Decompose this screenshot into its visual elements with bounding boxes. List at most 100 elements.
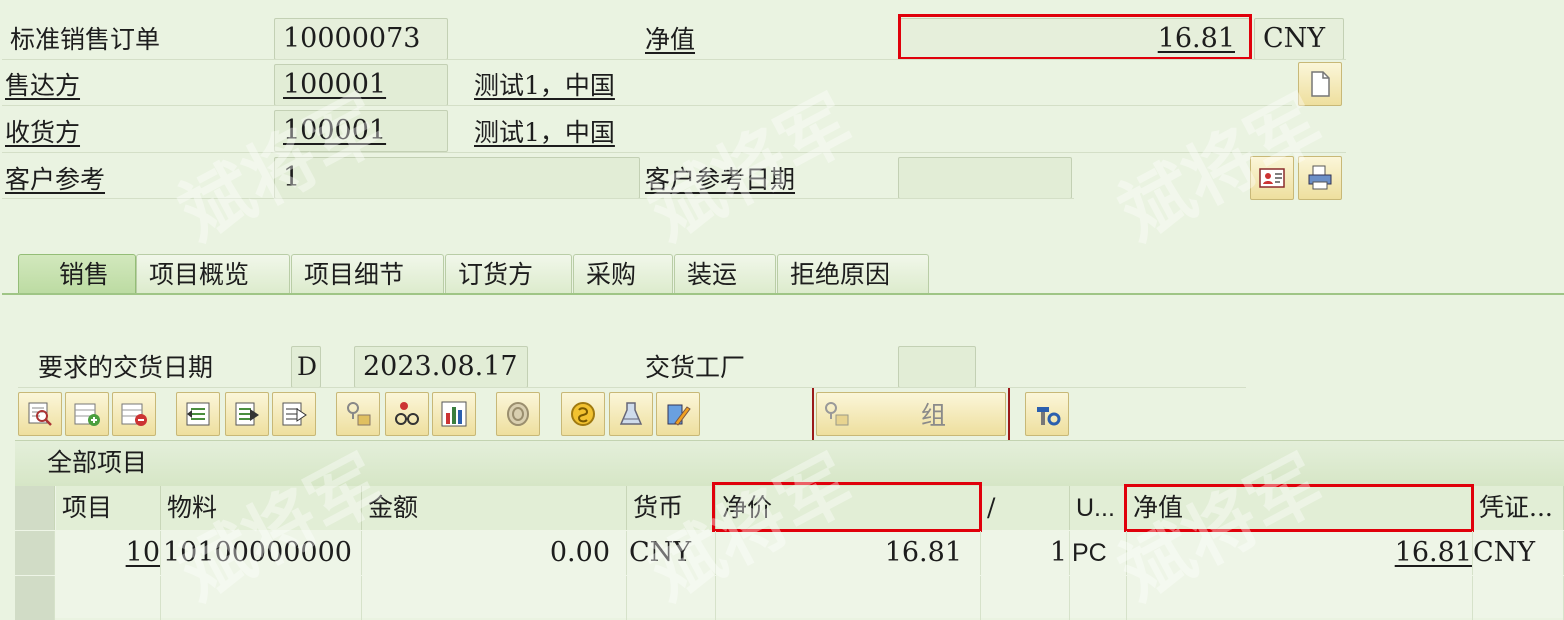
printer-icon <box>1308 165 1332 190</box>
copy-button[interactable] <box>656 392 700 436</box>
pen-paper-icon <box>667 404 691 426</box>
empty-cell[interactable] <box>56 576 161 620</box>
empty-cell[interactable] <box>1070 576 1127 620</box>
cust-ref-date-label[interactable]: 客户参考日期 <box>645 164 795 196</box>
cell-unit[interactable]: PC <box>1070 531 1127 575</box>
cell-currency[interactable]: CNY <box>627 531 716 575</box>
glasses-icon <box>395 402 419 425</box>
tab-procurement[interactable]: 采购 <box>573 254 673 294</box>
ship-to-value: 100001 <box>283 115 387 146</box>
row-selector-header[interactable] <box>15 486 55 530</box>
col-material[interactable]: 物料 <box>161 486 362 530</box>
deselect-all-button[interactable] <box>272 392 316 436</box>
select-block-button[interactable] <box>225 392 269 436</box>
ship-to-field[interactable]: 100001 <box>274 110 448 152</box>
cell-net-value[interactable]: 16.81 <box>1127 531 1473 575</box>
configuration-icon <box>347 402 371 426</box>
divider <box>2 198 1074 199</box>
plant-label: 交货工厂 <box>645 353 746 382</box>
tab-shipping[interactable]: 装运 <box>674 254 776 294</box>
date-type-field[interactable]: D <box>291 346 321 388</box>
net-value-label[interactable]: 净值 <box>645 24 695 56</box>
tab-sales[interactable]: 销售 <box>18 254 136 294</box>
insert-row-button[interactable] <box>65 392 109 436</box>
detail-view-icon <box>28 402 52 426</box>
cust-ref-field[interactable]: 1 <box>274 157 640 199</box>
empty-cell[interactable] <box>1473 576 1564 620</box>
divider <box>18 387 1246 388</box>
ship-to-label[interactable]: 收货方 <box>5 117 80 149</box>
batch-button[interactable] <box>609 392 653 436</box>
insert-row-icon <box>74 403 100 426</box>
empty-cell[interactable] <box>161 576 362 620</box>
group-focus-frame <box>812 388 1010 440</box>
tab-reason-rejection[interactable]: 拒绝原因 <box>777 254 929 294</box>
order-number-field[interactable]: 10000073 <box>274 18 448 60</box>
availability-button[interactable] <box>496 392 540 436</box>
delete-row-icon <box>121 403 147 426</box>
settings-button[interactable] <box>1025 392 1069 436</box>
document-icon <box>1311 71 1330 97</box>
row-selector[interactable] <box>15 576 55 620</box>
cell-amount[interactable]: 0.00 <box>362 531 627 575</box>
delete-row-button[interactable] <box>112 392 156 436</box>
cell-item[interactable]: 10 <box>56 531 161 575</box>
tab-ordering-party[interactable]: 订货方 <box>445 254 572 294</box>
row-selector[interactable] <box>15 531 55 575</box>
order-type-label: 标准销售订单 <box>10 25 161 54</box>
sold-to-name: 测试1，中国 <box>474 71 615 100</box>
cell-net-price[interactable]: 16.81 <box>716 531 981 575</box>
divider <box>2 59 1346 60</box>
empty-cell[interactable] <box>1127 576 1473 620</box>
print-button[interactable] <box>1298 156 1342 200</box>
cell-per[interactable]: 1 <box>981 531 1070 575</box>
partner-button[interactable] <box>1250 156 1294 200</box>
col-unit[interactable]: U... <box>1070 486 1127 530</box>
highlight-net-value-header <box>1124 484 1474 532</box>
req-delivery-label: 要求的交货日期 <box>38 353 214 382</box>
currency-field[interactable]: CNY <box>1254 18 1344 60</box>
table-title-bar: 全部项目 <box>15 440 1564 486</box>
coins-icon <box>507 402 529 426</box>
tab-item-detail[interactable]: 项目细节 <box>291 254 444 294</box>
deselect-all-icon <box>282 402 307 426</box>
col-currency[interactable]: 货币 <box>627 486 716 530</box>
display-variants-button[interactable] <box>385 392 429 436</box>
sold-to-label[interactable]: 售达方 <box>5 70 80 102</box>
tab-item-overview[interactable]: 项目概览 <box>136 254 290 294</box>
tools-icon <box>1037 407 1061 426</box>
empty-cell[interactable] <box>362 576 627 620</box>
cell-doc-currency[interactable]: CNY <box>1473 531 1564 575</box>
bar-chart-icon <box>441 401 467 427</box>
details-button[interactable] <box>18 392 62 436</box>
req-delivery-date-field[interactable]: 2023.08.17 <box>354 346 528 388</box>
col-doc-currency[interactable]: 凭证... <box>1473 486 1564 530</box>
cust-ref-label[interactable]: 客户参考 <box>5 164 105 196</box>
divider <box>2 105 1292 106</box>
ship-to-name: 测试1，中国 <box>474 118 615 147</box>
document-button[interactable] <box>1298 62 1342 106</box>
divider <box>2 152 1346 153</box>
col-per[interactable]: / <box>981 486 1070 530</box>
cell-material[interactable]: 10100000000 <box>161 531 362 575</box>
sold-to-field[interactable]: 100001 <box>274 64 448 106</box>
plant-field[interactable] <box>898 346 976 388</box>
flask-icon <box>619 402 643 425</box>
highlight-net-value <box>898 14 1252 60</box>
chart-button[interactable] <box>432 392 476 436</box>
select-all-button[interactable] <box>176 392 220 436</box>
cust-ref-date-field[interactable] <box>898 157 1072 199</box>
pricing-button[interactable] <box>561 392 605 436</box>
empty-cell[interactable] <box>627 576 716 620</box>
select-all-icon <box>186 402 210 426</box>
empty-cell[interactable] <box>716 576 981 620</box>
table-title: 全部项目 <box>47 448 148 477</box>
partner-card-icon <box>1259 168 1285 188</box>
configuration-button[interactable] <box>336 392 380 436</box>
empty-cell[interactable] <box>981 576 1070 620</box>
highlight-net-price-header <box>712 482 982 532</box>
select-block-icon <box>235 402 259 426</box>
col-amount[interactable]: 金额 <box>362 486 627 530</box>
col-item[interactable]: 项目 <box>56 486 161 530</box>
sold-to-value: 100001 <box>283 69 387 100</box>
